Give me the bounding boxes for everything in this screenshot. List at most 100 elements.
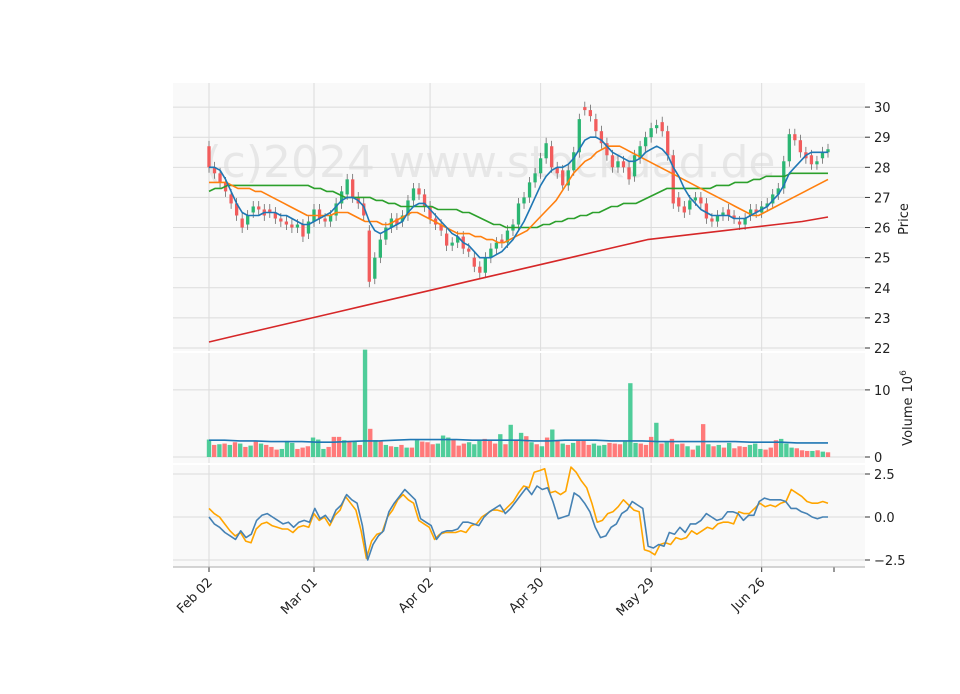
volume-bar <box>310 437 316 457</box>
volume-bar <box>555 440 560 457</box>
candle-body <box>632 155 637 177</box>
volume-bar <box>799 450 805 457</box>
volume-bar <box>518 432 524 457</box>
volume-bar <box>529 442 534 457</box>
volume-bar <box>331 436 337 457</box>
candle-body <box>671 155 675 204</box>
candle-body <box>345 179 349 195</box>
volume-bar <box>565 444 571 457</box>
volume-bar <box>815 450 820 457</box>
volume-tick-label: 10 <box>874 384 891 399</box>
volume-bar <box>747 444 753 457</box>
candle-body <box>710 218 714 222</box>
volume-bar <box>586 444 591 457</box>
volume-bar <box>274 449 279 457</box>
volume-bar <box>238 443 243 457</box>
volume-bar <box>227 444 232 457</box>
price-tick-label: 23 <box>874 312 891 327</box>
candle-body <box>594 119 598 132</box>
volume-bar <box>695 445 701 457</box>
x-tick-label: Mar 01 <box>278 575 321 618</box>
candle-body <box>820 152 825 159</box>
volume-bar <box>373 440 378 457</box>
candle-body <box>444 233 449 246</box>
candle-body <box>351 179 355 198</box>
volume-bar <box>539 446 545 457</box>
volume-bar <box>732 448 737 457</box>
volume-bar <box>399 444 404 457</box>
volume-bar <box>721 447 727 457</box>
volume-bar <box>596 445 602 457</box>
stock-chart-svg: (c)2024 www.stockdad.de Feb 02 Mar 01 Apr … <box>173 83 916 619</box>
volume-bar <box>768 447 773 457</box>
candle-body <box>467 248 471 252</box>
candle-body <box>328 215 333 222</box>
candle-body <box>251 206 255 213</box>
volume-bar <box>602 444 607 457</box>
candle-body <box>787 134 791 162</box>
volume-bar <box>342 440 347 457</box>
volume-bar <box>321 448 326 457</box>
volume-bar <box>451 439 456 457</box>
volume-bar <box>492 443 498 457</box>
volume-bar <box>690 449 695 457</box>
candle-body <box>246 215 250 225</box>
volume-bar <box>440 435 446 457</box>
indicator-tick-label: 0.0 <box>874 511 895 526</box>
volume-bar <box>326 446 331 457</box>
volume-bar <box>680 443 685 457</box>
volume-bar <box>300 447 305 457</box>
volume-bar <box>805 450 810 457</box>
volume-bar <box>633 442 638 457</box>
candle-body <box>655 125 659 129</box>
volume-bar <box>264 444 269 457</box>
volume-bar <box>383 444 389 457</box>
x-tick-label: Apr 02 <box>396 575 437 616</box>
volume-bar <box>716 444 721 457</box>
candle-body <box>550 146 554 168</box>
volume-bar <box>763 449 768 457</box>
candle-body <box>815 161 819 165</box>
volume-bar <box>607 442 612 457</box>
volume-bar <box>456 445 461 457</box>
volume-bar <box>794 448 799 457</box>
candle-body <box>699 197 703 204</box>
volume-bar <box>222 443 227 457</box>
candle-body <box>743 218 747 225</box>
x-tick-label: Feb 02 <box>174 575 216 617</box>
candle-body <box>373 257 377 279</box>
candle-body <box>240 218 244 228</box>
candle-body <box>417 188 421 195</box>
price-tick-label: 26 <box>874 222 891 237</box>
volume-bar <box>430 444 435 457</box>
volume-bar <box>217 444 222 457</box>
volume-bar <box>295 448 300 457</box>
volume-bar <box>711 446 716 457</box>
candle-body <box>660 122 664 132</box>
candle-body <box>544 143 548 159</box>
volume-bar <box>503 444 508 457</box>
candle-body <box>218 173 222 183</box>
volume-bar <box>789 447 794 457</box>
volume-bar <box>617 444 623 457</box>
price-tick-label: 29 <box>874 131 891 146</box>
volume-bar <box>435 443 441 457</box>
volume-bar <box>622 441 628 457</box>
volume-bar <box>591 443 597 457</box>
volume-bar <box>726 442 732 457</box>
watermark: (c)2024 www.stockdad.de <box>205 137 776 188</box>
indicator-tick-label: 2.5 <box>874 468 895 483</box>
volume-bar <box>581 439 586 457</box>
indicator-tick-label: −2.5 <box>874 554 906 569</box>
candle-body <box>726 209 731 216</box>
volume-bar <box>232 442 238 457</box>
volume-bar <box>248 445 253 457</box>
volume-bar <box>336 436 342 457</box>
volume-bar <box>654 422 659 457</box>
price-tick-label: 30 <box>874 101 891 116</box>
price-tick-label: 22 <box>874 342 891 357</box>
candle-body <box>588 110 593 117</box>
candle-body <box>809 155 814 165</box>
volume-bar <box>513 440 519 457</box>
volume-bar <box>461 443 467 457</box>
